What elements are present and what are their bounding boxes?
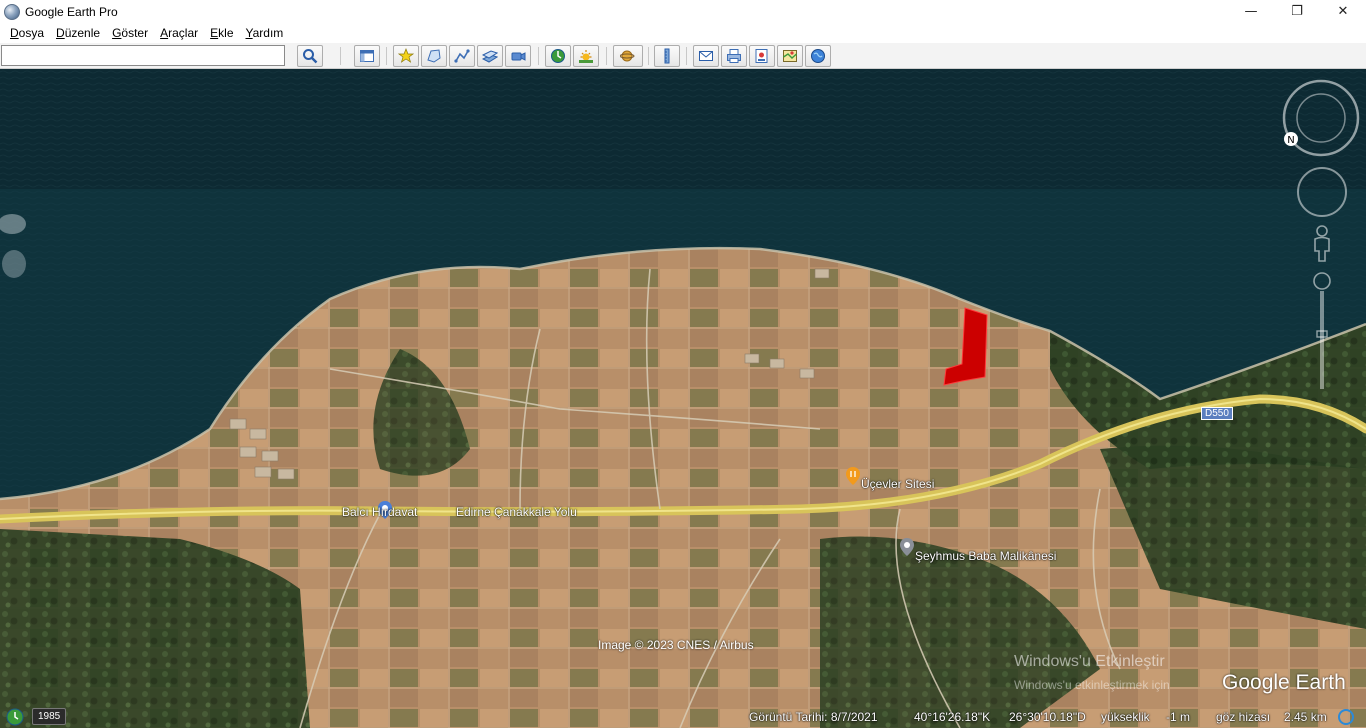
historical-imagery-button[interactable]	[545, 45, 571, 67]
add-placemark-button[interactable]	[393, 45, 419, 67]
menu-dosya[interactable]: Dosya	[4, 26, 50, 40]
toolbar-separator	[386, 47, 387, 65]
menu-yardim[interactable]: Yardım	[240, 26, 290, 40]
toolbar-separator	[538, 47, 539, 65]
menu-bar: Dosya Düzenle Göster Araçlar Ekle Yardım	[0, 23, 1366, 43]
gray-place-pin-icon	[900, 538, 914, 556]
eye-altitude-label: göz hizası	[1216, 710, 1271, 724]
save-image-button[interactable]	[749, 45, 775, 67]
add-placemark-icon	[398, 48, 414, 63]
search-input[interactable]	[1, 45, 285, 66]
toolbar	[0, 43, 1366, 69]
print-icon	[727, 49, 741, 63]
earth-gallery-button[interactable]	[805, 45, 831, 67]
activation-watermark: Windows'u Etkinleştir	[1014, 653, 1165, 670]
google-earth-app-icon	[4, 3, 20, 20]
sidebar-toggle-icon	[360, 50, 374, 62]
toolbar-separator	[340, 47, 341, 65]
print-button[interactable]	[721, 45, 747, 67]
add-image-overlay-button[interactable]	[477, 45, 503, 67]
window-title: Google Earth Pro	[25, 4, 118, 19]
add-polygon-button[interactable]	[421, 45, 447, 67]
minimize-button[interactable]: —	[1228, 0, 1274, 23]
ruler-button[interactable]	[654, 45, 680, 67]
earth-gallery-icon	[811, 49, 825, 63]
status-bar: 1985 Görüntü Tarihi: 8/7/2021 40°16'26.1…	[0, 706, 1366, 728]
search-button[interactable]	[297, 45, 323, 67]
title-bar: Google Earth Pro — ❐ ✕	[0, 0, 1366, 23]
menu-goster[interactable]: Göster	[106, 26, 154, 40]
ruler-icon	[664, 48, 670, 64]
historical-imagery-icon	[551, 49, 565, 63]
longitude-readout: 26°30'10.18"D	[1009, 710, 1086, 724]
historical-imagery-year[interactable]: 1985	[32, 708, 67, 725]
menu-araclar[interactable]: Araçlar	[154, 26, 204, 40]
planet-switch-button[interactable]	[613, 45, 643, 67]
imagery-copyright: Image © 2023 CNES / Airbus	[598, 638, 754, 652]
earth-view[interactable]: Balcı Hırdavat Edirne Çanakkale Yolu Üçe…	[0, 69, 1366, 728]
zoom-slider[interactable]	[1312, 271, 1332, 404]
historical-imagery-clock-icon[interactable]	[6, 708, 24, 726]
toolbar-separator	[686, 47, 687, 65]
view-in-maps-button[interactable]	[777, 45, 803, 67]
record-tour-icon	[511, 52, 526, 61]
svg-text:N: N	[1287, 135, 1294, 146]
add-image-overlay-icon	[482, 50, 498, 63]
latitude-readout: 40°16'26.18"K	[914, 710, 991, 724]
map-label-road: Edirne Çanakkale Yolu	[456, 505, 577, 519]
toolbar-separator	[648, 47, 649, 65]
toolbar-separator	[606, 47, 607, 65]
pegman-icon	[1314, 225, 1330, 262]
move-control[interactable]	[1296, 166, 1348, 221]
maximize-button[interactable]: ❐	[1274, 0, 1320, 23]
save-image-icon	[755, 49, 768, 63]
window-controls: — ❐ ✕	[1228, 0, 1366, 23]
sunlight-button[interactable]	[573, 45, 599, 67]
close-button[interactable]: ✕	[1320, 0, 1366, 23]
add-path-button[interactable]	[449, 45, 475, 67]
streaming-indicator-icon	[1338, 709, 1354, 725]
add-path-icon	[454, 49, 470, 63]
view-in-maps-icon	[783, 50, 797, 62]
orange-food-pin-icon	[846, 467, 860, 485]
add-polygon-icon	[427, 49, 441, 63]
record-tour-button[interactable]	[505, 45, 531, 67]
eye-altitude-value: 2.45 km	[1284, 710, 1327, 724]
move-joystick-icon	[1297, 167, 1347, 217]
north-compass[interactable]: N	[1283, 131, 1299, 150]
zoom-slider-icon	[1313, 272, 1331, 389]
map-label-seyhmus[interactable]: Şeyhmus Baba Malikânesi	[915, 549, 1056, 563]
email-button[interactable]	[693, 45, 719, 67]
satellite-imagery[interactable]	[0, 69, 1366, 728]
planet-switch-icon	[620, 50, 635, 62]
street-view-pegman[interactable]	[1312, 225, 1332, 266]
activation-watermark-sub: Windows'u etkinleştirmek için	[1014, 678, 1170, 692]
menu-ekle[interactable]: Ekle	[204, 26, 239, 40]
place-pin-ucevler[interactable]	[846, 467, 860, 488]
elevation-label: yükseklik	[1101, 710, 1150, 724]
email-icon	[699, 51, 713, 61]
place-pin-seyhmus[interactable]	[900, 538, 914, 559]
search-icon	[303, 49, 318, 64]
sunlight-icon	[579, 50, 593, 63]
sidebar-toggle-button[interactable]	[354, 45, 380, 67]
map-label-balci[interactable]: Balcı Hırdavat	[342, 505, 417, 519]
image-date: Görüntü Tarihi: 8/7/2021	[749, 710, 878, 724]
road-shield-d550: D550	[1201, 407, 1233, 420]
elevation-value: -1 m	[1166, 710, 1190, 724]
menu-duzenle[interactable]: Düzenle	[50, 26, 106, 40]
map-label-ucevler[interactable]: Üçevler Sitesi	[861, 477, 934, 491]
north-compass-icon: N	[1284, 132, 1298, 146]
google-earth-logo: Google Earth	[1222, 671, 1346, 694]
